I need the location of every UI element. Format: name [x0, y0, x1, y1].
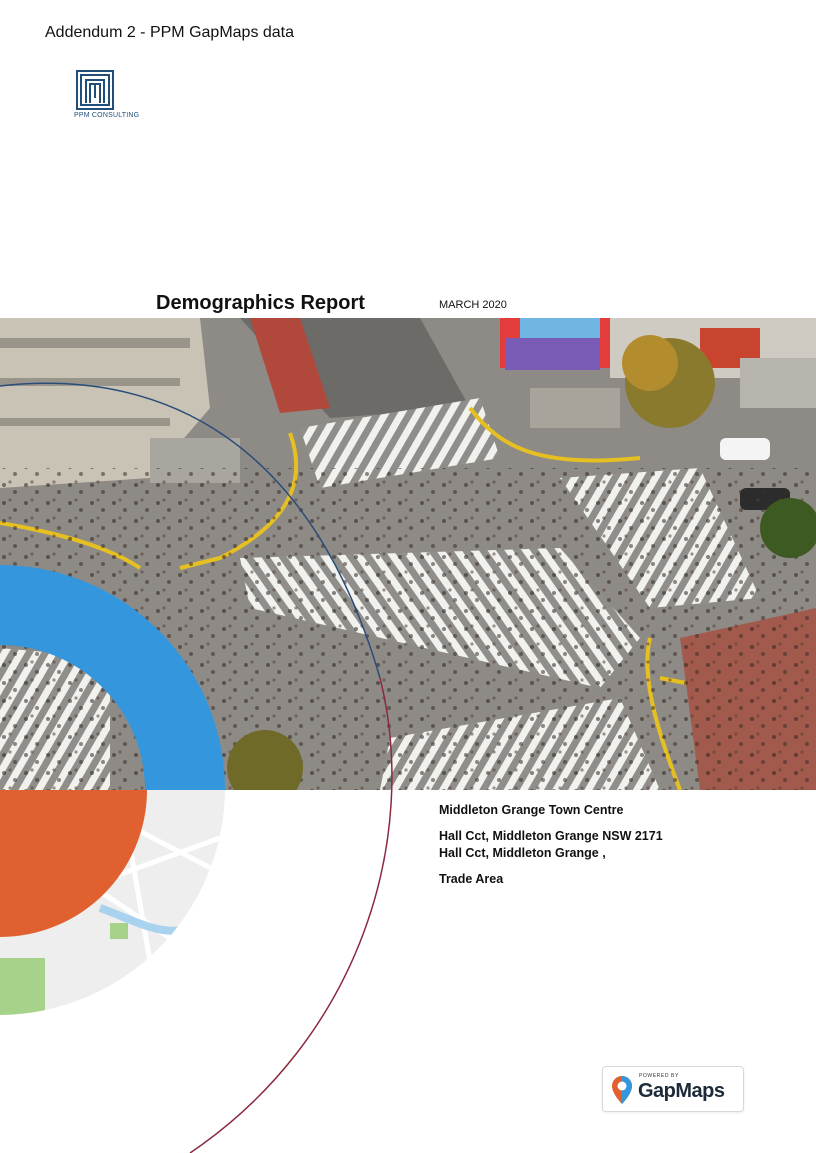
blue-ring-shape [0, 565, 225, 790]
gapmaps-pin-icon [612, 1076, 632, 1104]
ppm-consulting-logo: PPM CONSULTING [74, 70, 142, 126]
report-title: Demographics Report [156, 292, 365, 314]
address-block: Middleton Grange Town Centre Hall Cct, M… [439, 802, 799, 888]
powered-by-label: POWERED BY [639, 1073, 679, 1079]
decorative-graphics [0, 382, 393, 1153]
gapmaps-badge: POWERED BY GapMaps [602, 1066, 744, 1112]
addendum-title: Addendum 2 - PPM GapMaps data [45, 24, 295, 41]
trade-area-label: Trade Area [439, 872, 504, 886]
address-line-1: Hall Cct, Middleton Grange NSW 2171 [439, 829, 663, 843]
logo-text: PPM CONSULTING [74, 112, 140, 119]
address-line-2: Hall Cct, Middleton Grange , [439, 846, 606, 860]
ppm-logo-mark-icon [76, 70, 114, 110]
gapmaps-wordmark: GapMaps [638, 1080, 725, 1102]
site-name: Middleton Grange Town Centre [439, 803, 624, 817]
report-date: MARCH 2020 [439, 299, 507, 311]
